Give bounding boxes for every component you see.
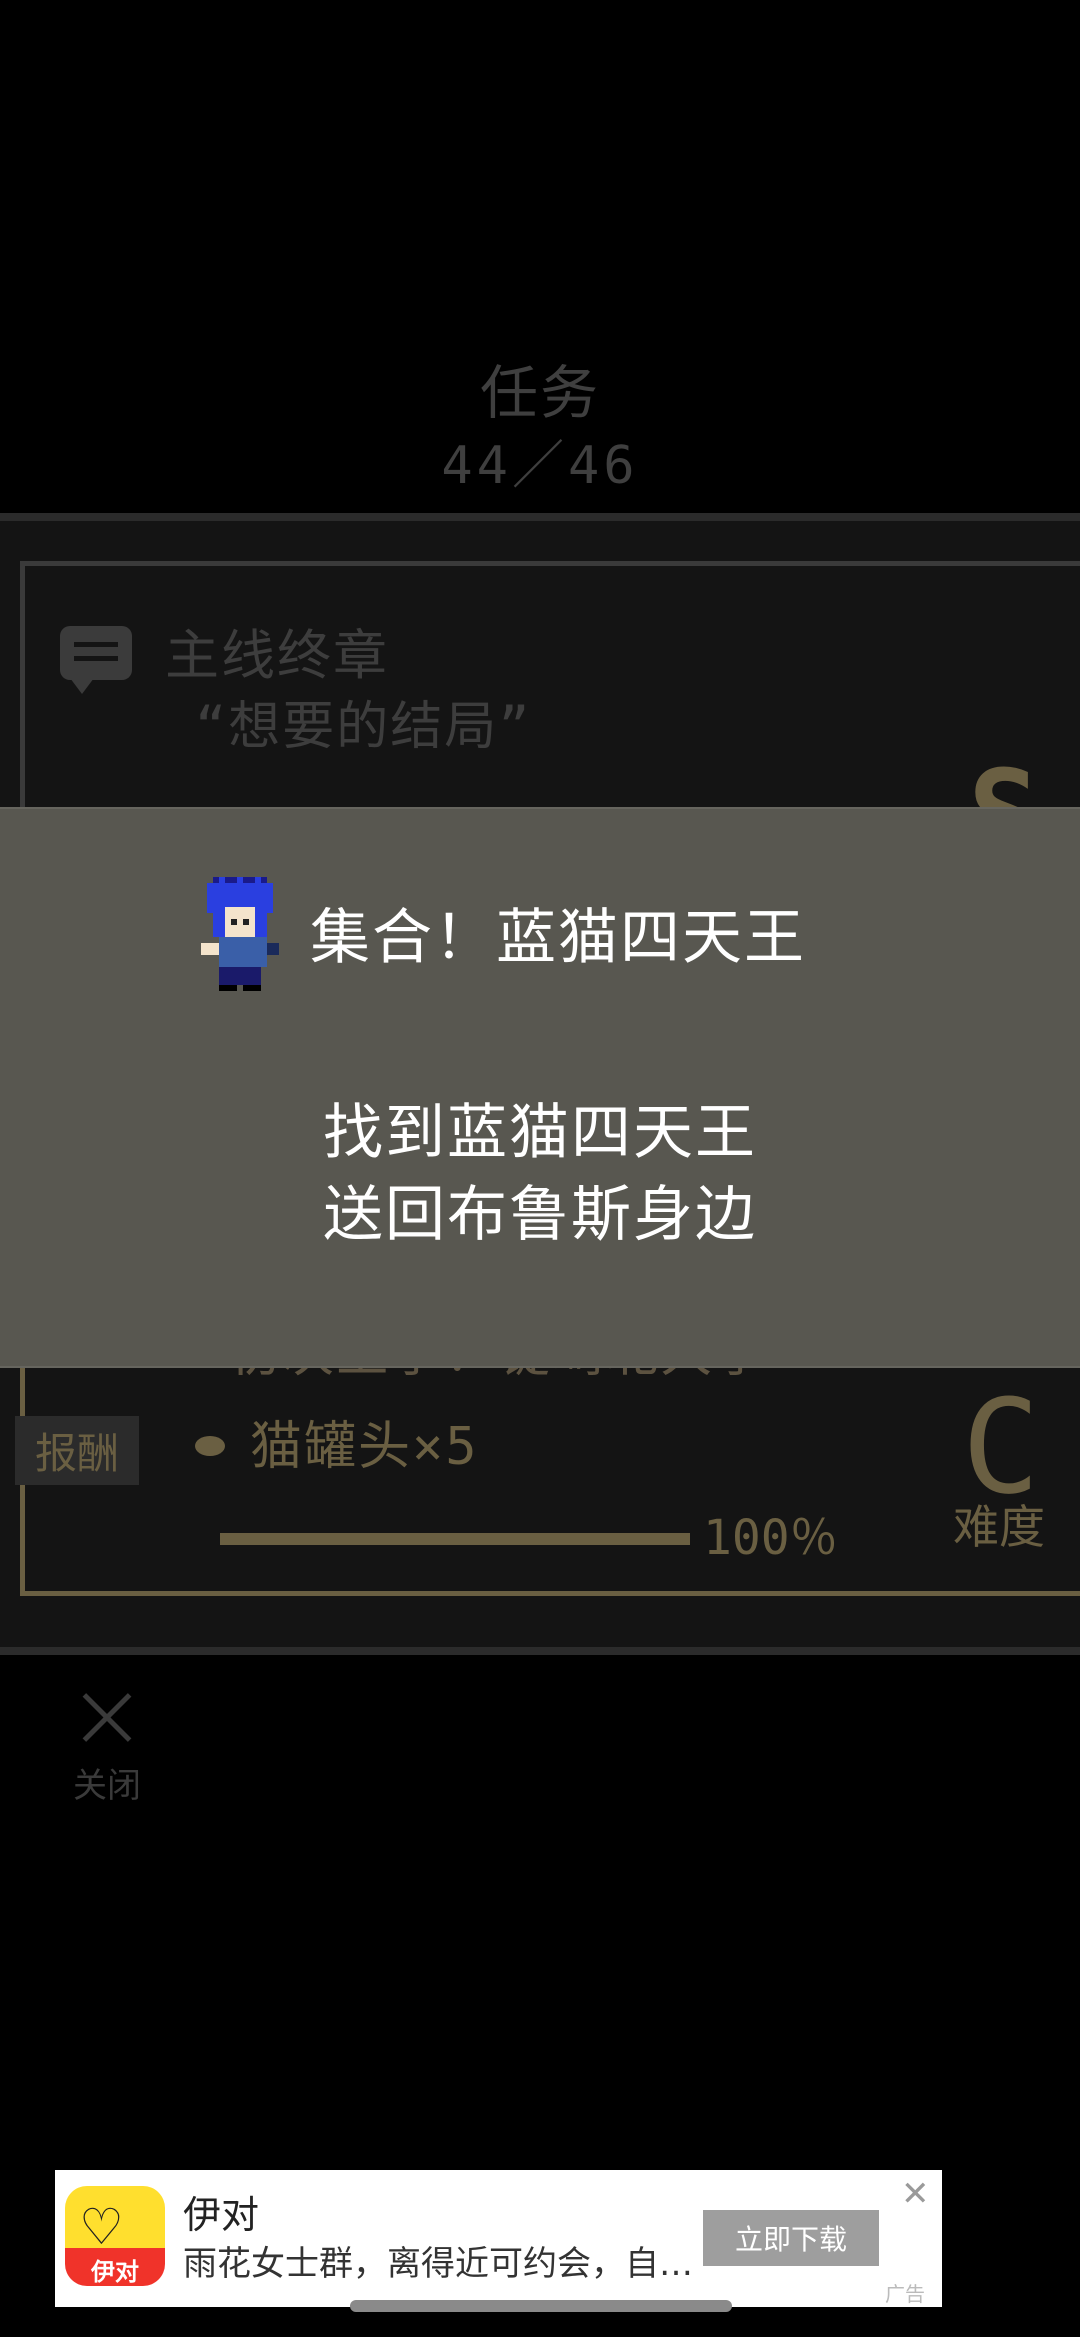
home-indicator[interactable] (350, 2300, 732, 2312)
quest-category: 主线终章 (165, 624, 389, 687)
speech-bubble-icon (60, 626, 132, 694)
ad-tag: 广告 (885, 2282, 925, 2306)
app-logo: ♡ 伊对 (65, 2186, 165, 2286)
ad-banner[interactable]: ♡ 伊对 伊对 雨花女士群，离得近可约会，自… 立即下载 ✕ 广告 (55, 2170, 942, 2307)
popup-body: 找到蓝猫四天王 送回布鲁斯身边 (0, 1092, 1080, 1256)
ad-app-name: 伊对 (183, 2193, 260, 2237)
quest-header: 任务 44／46 (0, 355, 1080, 501)
popup-line-1: 找到蓝猫四天王 (323, 1098, 757, 1168)
progress-bar (220, 1533, 690, 1545)
progress-value: 100％ (703, 1510, 838, 1566)
reward-item: 猫罐头×5 (250, 1417, 479, 1477)
quest-name: “想要的结局” (195, 697, 532, 757)
app-logo-label: 伊对 (91, 2258, 139, 2286)
heart-icon: ♡ (79, 2198, 124, 2256)
character-sprite-icon (201, 877, 279, 991)
quest-count: 44／46 (441, 436, 639, 496)
difficulty-label: 难度 (953, 1500, 1045, 1554)
popup-line-2: 送回布鲁斯身边 (323, 1180, 757, 1250)
coin-icon (195, 1436, 225, 1456)
ad-close-icon[interactable]: ✕ (901, 2174, 930, 2214)
popup-title: 集合！蓝猫四天王 (310, 903, 806, 973)
download-button[interactable]: 立即下载 (703, 2210, 879, 2266)
ad-description: 雨花女士群，离得近可约会，自… (183, 2244, 693, 2284)
close-button[interactable]: 关闭 (62, 1690, 152, 1807)
quest-popup[interactable]: 集合！蓝猫四天王 找到蓝猫四天王 送回布鲁斯身边 (0, 807, 1080, 1368)
close-label: 关闭 (73, 1766, 141, 1806)
quest-title: 任务 (479, 359, 600, 427)
close-icon (79, 1690, 135, 1746)
reward-label: 报酬 (15, 1416, 140, 1485)
